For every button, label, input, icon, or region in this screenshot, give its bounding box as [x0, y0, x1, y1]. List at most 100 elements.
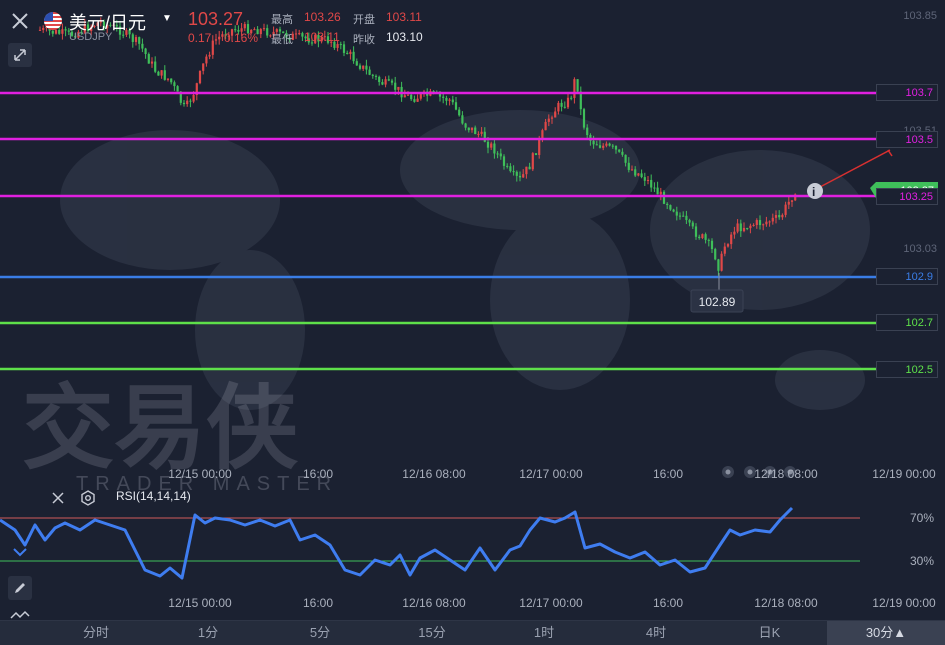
candle-body	[150, 61, 154, 64]
candle-body	[38, 29, 42, 31]
candle-body	[381, 82, 384, 85]
candle-body	[378, 76, 381, 83]
candlestick-chart[interactable]: 交易侠 TRADER MASTER i 102.89 103.85 103.51…	[0, 0, 945, 495]
trend-arrow	[819, 149, 891, 188]
svg-text:12/19 00:00: 12/19 00:00	[872, 596, 936, 610]
watermark-cn: 交易侠	[22, 378, 299, 480]
candle-body	[598, 145, 602, 148]
rsi-label: RSI(14,14,14)	[116, 489, 191, 503]
candle-body	[739, 223, 742, 232]
candle-body	[582, 109, 586, 128]
level-label-102-9: 102.9	[876, 268, 938, 285]
collapse-icon[interactable]	[8, 540, 32, 564]
timeframe-bar: 分时 1分 5分 15分 1时 4时 日K 30分▲	[0, 620, 945, 645]
candle-body	[298, 33, 301, 35]
candle-body	[720, 253, 723, 271]
candle-body	[512, 171, 515, 173]
candle-body	[208, 54, 211, 57]
candle-body	[650, 179, 653, 188]
pencil-icon[interactable]	[8, 576, 32, 600]
candle-body	[134, 37, 138, 42]
svg-text:12/18 08:00: 12/18 08:00	[754, 596, 818, 610]
candle-body	[730, 234, 733, 245]
candle-body	[771, 217, 774, 222]
info-icon[interactable]: i	[807, 183, 823, 199]
candle-body	[515, 171, 518, 176]
main-chart[interactable]: 交易侠 TRADER MASTER i 102.89 103.85 103.51…	[0, 0, 945, 495]
candle-body	[624, 154, 627, 163]
candle-body	[774, 215, 778, 218]
candle-body	[445, 97, 448, 101]
candle-body	[557, 102, 560, 112]
candle-body	[685, 215, 688, 221]
candle-body	[675, 211, 678, 216]
dropdown-icon[interactable]: ▼	[162, 13, 172, 24]
rsi-panel[interactable]: 70% 30% 12/15 00:00 16:00 12/16 08:00 12…	[0, 489, 945, 620]
candle-body	[448, 99, 451, 101]
candle-body	[358, 65, 362, 69]
indicator-icon[interactable]	[8, 610, 32, 620]
candle-body	[419, 93, 422, 99]
candle-body	[202, 63, 205, 71]
close-rsi-icon[interactable]	[50, 490, 66, 506]
close-icon[interactable]	[8, 9, 32, 33]
candle-body	[371, 74, 374, 76]
candle-body	[550, 117, 554, 119]
open-value: 103.11	[386, 10, 422, 24]
candle-body	[637, 173, 640, 176]
candle-body	[518, 175, 522, 178]
candle-body	[669, 205, 672, 210]
candle-body	[768, 221, 771, 223]
price-change: 0.17	[188, 31, 212, 45]
candle-body	[666, 203, 669, 206]
candle-body	[544, 121, 547, 131]
candle-body	[131, 34, 134, 42]
tab-timeframe[interactable]: 1时	[488, 621, 600, 645]
candle-body	[566, 97, 570, 108]
tab-timeframe[interactable]: 4时	[600, 621, 712, 645]
candle-body	[765, 221, 768, 225]
candle-body	[656, 187, 659, 195]
candle-body	[787, 201, 790, 205]
candle-body	[493, 143, 496, 154]
candle-body	[531, 153, 534, 170]
price-tick: 103.03	[903, 243, 937, 255]
tab-timeframe[interactable]: 日K	[712, 621, 827, 645]
tab-timeframe-active[interactable]: 30分▲	[827, 621, 945, 645]
candle-body	[736, 223, 739, 232]
svg-text:16:00: 16:00	[653, 596, 683, 610]
candle-body	[752, 224, 755, 226]
candle-body	[362, 65, 365, 69]
tab-timeframe[interactable]: 15分	[376, 621, 488, 645]
tab-timeframe[interactable]: 分时	[40, 621, 152, 645]
candle-body	[390, 80, 394, 83]
fullscreen-icon[interactable]	[8, 43, 32, 67]
level-label-103-25: 103.25	[876, 188, 938, 205]
candle-body	[691, 222, 694, 227]
candle-body	[218, 36, 221, 40]
tab-timeframe[interactable]: 5分	[264, 621, 376, 645]
high-label: 最高	[271, 14, 293, 26]
candle-body	[784, 204, 787, 215]
candle-body	[749, 225, 752, 229]
candle-body	[710, 240, 714, 250]
candle-body	[144, 48, 147, 55]
candle-body	[525, 166, 528, 175]
candle-body	[653, 187, 656, 189]
candle-body	[496, 153, 499, 155]
tab-timeframe[interactable]: 1分	[152, 621, 264, 645]
candle-body	[483, 131, 486, 142]
candle-body	[173, 82, 176, 87]
candle-body	[192, 94, 195, 102]
open-label: 开盘	[353, 14, 375, 26]
candle-body	[403, 95, 406, 98]
svg-text:12/15 00:00: 12/15 00:00	[168, 596, 232, 610]
candle-body	[570, 97, 573, 99]
settings-icon[interactable]	[80, 490, 96, 506]
candle-body	[259, 29, 262, 35]
candle-body	[611, 145, 614, 147]
candle-body	[698, 236, 701, 238]
candle-body	[704, 234, 707, 240]
level-label-103-5: 103.5	[876, 131, 938, 148]
candle-body	[659, 191, 662, 195]
